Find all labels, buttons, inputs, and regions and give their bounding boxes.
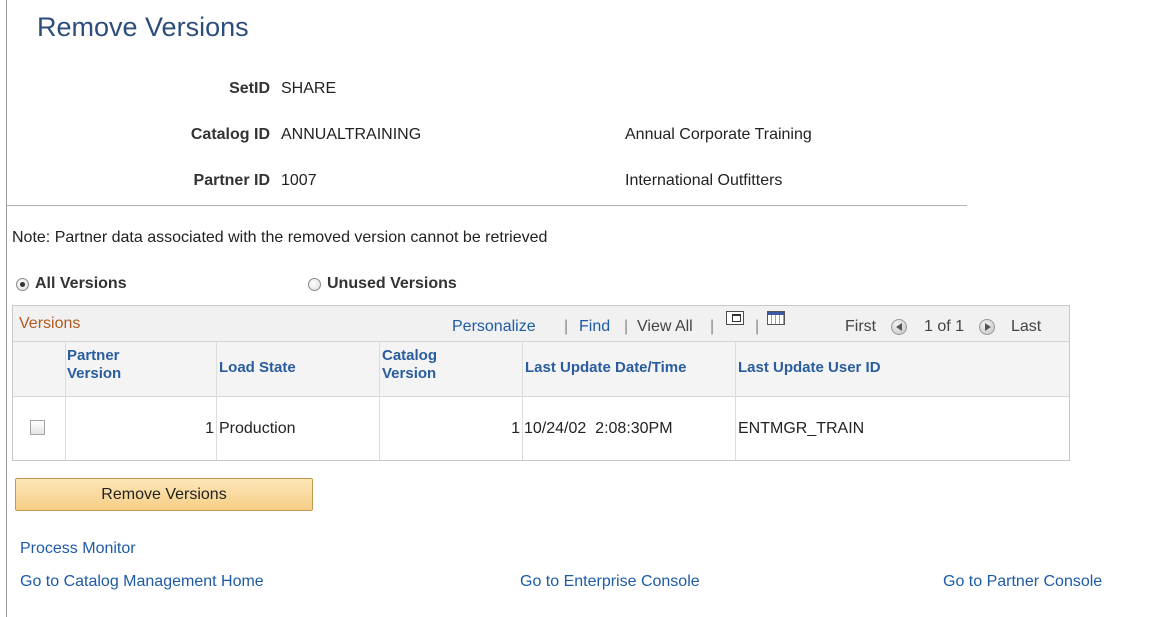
catalog-description: Annual Corporate Training [625, 126, 812, 143]
view-all-link[interactable]: View All [637, 318, 693, 336]
left-border [6, 0, 7, 617]
last-label: Last [1011, 318, 1042, 335]
radio-unused-versions[interactable]: Unused Versions [308, 275, 457, 293]
setid-value: SHARE [281, 80, 337, 97]
column-headers: Partner Version Load State Catalog Versi… [13, 342, 1069, 397]
page-title: Remove Versions [37, 12, 249, 42]
remove-versions-button[interactable]: Remove Versions [15, 478, 313, 511]
radio-all-versions-label: All Versions [35, 275, 127, 292]
enterprise-console-link[interactable]: Go to Enterprise Console [520, 573, 700, 591]
col-catalog-version-line1: Catalog [382, 347, 438, 364]
download-spreadsheet-icon[interactable] [767, 311, 785, 325]
column-divider [522, 342, 523, 460]
row-counter: 1 of 1 [924, 318, 965, 335]
partner-id-label: Partner ID [193, 172, 270, 189]
column-divider [379, 342, 380, 460]
col-last-update-user[interactable]: Last Update User ID [738, 359, 881, 377]
separator: | [710, 318, 715, 335]
section-divider [7, 205, 967, 206]
next-row-icon[interactable] [979, 319, 995, 335]
col-catalog-version-line2: Version [382, 365, 437, 382]
grid-title: Versions [19, 315, 81, 332]
column-divider [65, 342, 66, 460]
partner-console-link[interactable]: Go to Partner Console [943, 573, 1102, 591]
catalog-id-label: Catalog ID [190, 126, 270, 143]
radio-unselected-icon[interactable] [308, 277, 321, 291]
grid-toolbar: Versions Personalize | Find | View All |… [13, 306, 1069, 342]
partner-id-value: 1007 [281, 172, 317, 189]
separator: | [624, 318, 629, 335]
cell-load-state: Production [219, 420, 296, 437]
column-divider [216, 342, 217, 460]
process-monitor-link[interactable]: Process Monitor [20, 540, 136, 558]
column-divider [735, 342, 736, 460]
personalize-link[interactable]: Personalize [452, 318, 536, 336]
col-last-update-date[interactable]: Last Update Date/Time [525, 359, 686, 377]
find-link[interactable]: Find [579, 318, 610, 336]
row-select-checkbox[interactable] [30, 420, 45, 435]
partner-description: International Outfitters [625, 172, 783, 189]
separator: | [755, 318, 760, 335]
cell-last-update-date: 10/24/02 2:08:30PM [524, 420, 673, 437]
separator: | [564, 318, 569, 335]
col-partner-version-line2: Version [67, 365, 122, 382]
setid-label: SetID [229, 80, 270, 97]
col-load-state[interactable]: Load State [219, 359, 296, 377]
col-partner-version-line1: Partner [67, 347, 120, 364]
cell-partner-version: 1 [205, 420, 214, 437]
col-catalog-version[interactable]: Catalog Version [382, 347, 437, 383]
first-label: First [845, 318, 877, 335]
radio-unused-versions-label: Unused Versions [327, 275, 457, 292]
zoom-grid-icon[interactable] [726, 311, 744, 325]
catalog-id-value: ANNUALTRAINING [281, 126, 422, 143]
previous-row-icon[interactable] [891, 319, 907, 335]
col-partner-version[interactable]: Partner Version [67, 347, 121, 383]
versions-grid: Versions Personalize | Find | View All |… [12, 305, 1070, 461]
radio-all-versions[interactable]: All Versions [16, 275, 127, 293]
note-text: Note: Partner data associated with the r… [12, 229, 548, 246]
cell-catalog-version: 1 [511, 420, 520, 437]
cell-last-update-user: ENTMGR_TRAIN [738, 420, 865, 437]
radio-selected-icon[interactable] [16, 277, 29, 291]
catalog-home-link[interactable]: Go to Catalog Management Home [20, 573, 264, 591]
